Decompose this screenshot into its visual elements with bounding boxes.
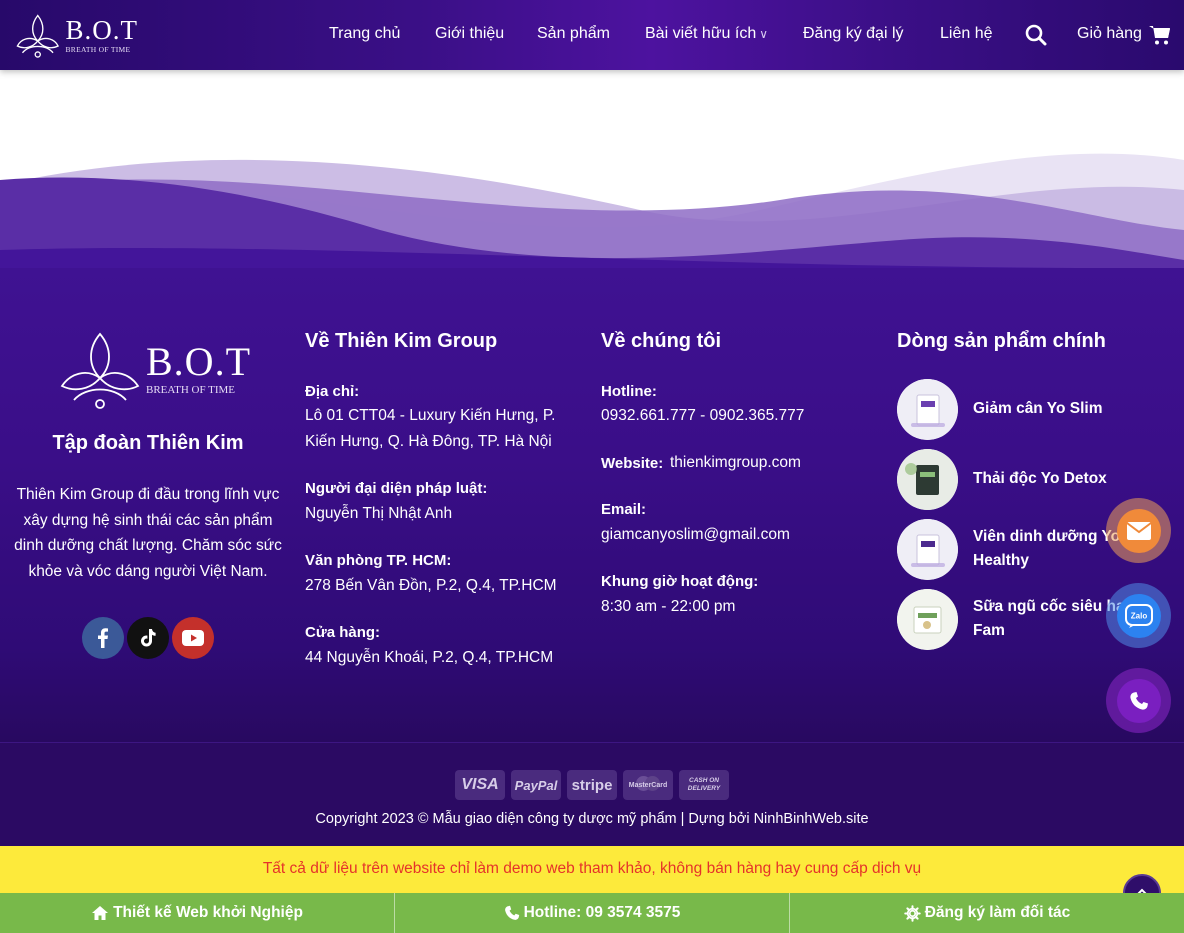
product-box-icon <box>897 449 958 510</box>
chevron-down-icon: ∨ <box>759 27 769 41</box>
payment-stripe: stripe <box>567 770 617 800</box>
tiktok-icon <box>141 629 156 647</box>
product-box-icon <box>897 519 958 580</box>
nav-about[interactable]: Giới thiệu <box>435 25 504 43</box>
nav-articles[interactable]: Bài viết hữu ích ∨ <box>645 25 768 43</box>
web-design-cta-label: Thiết kế Web khởi Nghiệp <box>113 904 303 921</box>
phone-icon <box>1129 691 1148 710</box>
product-box-icon <box>897 589 958 650</box>
representative-value: Nguyễn Thị Nhật Anh <box>305 505 453 522</box>
footer-logo-subtitle: BREATH OF TIME <box>146 384 236 396</box>
address-line-2: Kiến Hưng, Q. Hà Đông, TP. Hà Nội <box>305 433 552 450</box>
nav-contact[interactable]: Liên hệ <box>940 25 993 43</box>
mail-icon <box>1125 521 1152 540</box>
cart-label[interactable]: Giỏ hàng <box>1077 25 1142 43</box>
hotline-cta[interactable]: Hotline: 09 3574 3575 <box>395 893 790 933</box>
representative-label: Người đại diện pháp luật: <box>305 480 488 497</box>
product-thumbnail <box>897 379 958 440</box>
zalo-icon-label: Zalo <box>1130 611 1147 620</box>
decorative-wave <box>0 153 1184 290</box>
zalo-icon: Zalo <box>1124 603 1153 628</box>
hours-label: Khung giờ hoạt động: <box>601 573 759 590</box>
nav-agent-register[interactable]: Đăng ký đại lý <box>803 25 904 43</box>
product-name: Giảm cân Yo Slim <box>973 400 1103 417</box>
gear-icon <box>903 904 921 922</box>
payment-mastercard-label: MasterCard <box>628 781 668 789</box>
payment-visa: VISA <box>455 770 505 800</box>
cta-bar: Thiết kế Web khởi Nghiệp Hotline: 09 357… <box>0 893 1184 933</box>
website-value[interactable]: thienkimgroup.com <box>670 450 801 476</box>
zalo-contact-button[interactable]: Zalo <box>1106 583 1171 648</box>
partner-register-cta[interactable]: Đăng ký làm đối tác <box>790 893 1184 933</box>
web-design-cta[interactable]: Thiết kế Web khởi Nghiệp <box>0 893 395 933</box>
website-label: Website: <box>601 455 664 472</box>
payment-cod: CASH ON DELIVERY <box>679 770 729 800</box>
product-thumbnail <box>897 589 958 650</box>
partner-register-cta-label: Đăng ký làm đối tác <box>924 904 1071 921</box>
facebook-link[interactable] <box>82 617 124 659</box>
youtube-icon <box>182 630 204 646</box>
footer-brand-description: Thiên Kim Group đi đầu trong lĩnh vực xâ… <box>14 486 282 580</box>
office-label: Văn phòng TP. HCM: <box>305 552 452 569</box>
footer-logo[interactable]: B.O.T BREATH OF TIME <box>60 330 250 412</box>
nav-products[interactable]: Sản phẩm <box>537 25 610 43</box>
demo-notice-text: Tất cả dữ liệu trên website chỉ làm demo… <box>262 860 922 877</box>
hotline-label: Hotline: <box>601 383 657 400</box>
product-thumbnail <box>897 519 958 580</box>
store-value: 44 Nguyễn Khoái, P.2, Q.4, TP.HCM <box>305 649 554 666</box>
contact-heading: Về chúng tôi <box>601 330 721 352</box>
home-icon <box>92 906 109 920</box>
site-header: B.O.T BREATH OF TIME Trang chủ Giới thiệ… <box>0 0 1184 70</box>
nav-home[interactable]: Trang chủ <box>329 25 400 43</box>
youtube-link[interactable] <box>172 617 214 659</box>
address-label: Địa chỉ: <box>305 383 360 400</box>
about-heading: Về Thiên Kim Group <box>305 330 498 352</box>
email-contact-button[interactable] <box>1106 498 1171 563</box>
product-item[interactable]: Giảm cân Yo Slim <box>897 379 1177 440</box>
phone-icon <box>504 905 519 920</box>
main-nav: Trang chủ Giới thiệu Sản phẩm Bài viết h… <box>0 0 1184 70</box>
phone-contact-button[interactable] <box>1106 668 1171 733</box>
store-label: Cửa hàng: <box>305 624 381 641</box>
hotline-value[interactable]: 0932.661.777 - 0902.365.777 <box>601 403 804 429</box>
product-thumbnail <box>897 449 958 510</box>
product-name: Thải độc Yo Detox <box>973 470 1107 487</box>
payment-paypal: PayPal <box>511 770 561 800</box>
hotline-cta-label: Hotline: 09 3574 3575 <box>523 904 681 921</box>
email-value[interactable]: giamcanyoslim@gmail.com <box>601 522 790 548</box>
products-heading: Dòng sản phẩm chính <box>897 330 1106 352</box>
hours-value: 8:30 am - 22:00 pm <box>601 598 736 615</box>
facebook-icon <box>98 628 108 648</box>
tiktok-link[interactable] <box>127 617 169 659</box>
search-icon[interactable] <box>1025 24 1047 46</box>
cart-icon[interactable] <box>1148 23 1172 47</box>
copyright-text: Copyright 2023 © Mẫu giao diện công ty d… <box>315 811 869 827</box>
address-line-1: Lô 01 CTT04 - Luxury Kiến Hưng, P. <box>305 407 556 424</box>
footer-brand-title: Tập đoàn Thiên Kim <box>52 432 244 454</box>
email-label: Email: <box>601 501 647 518</box>
payment-mastercard: MasterCard <box>623 770 673 800</box>
office-value: 278 Bến Vân Đồn, P.2, Q.4, TP.HCM <box>305 577 557 594</box>
product-box-icon <box>897 379 958 440</box>
footer-logo-text: B.O.T <box>146 339 251 384</box>
nav-articles-label: Bài viết hữu ích <box>645 25 757 42</box>
